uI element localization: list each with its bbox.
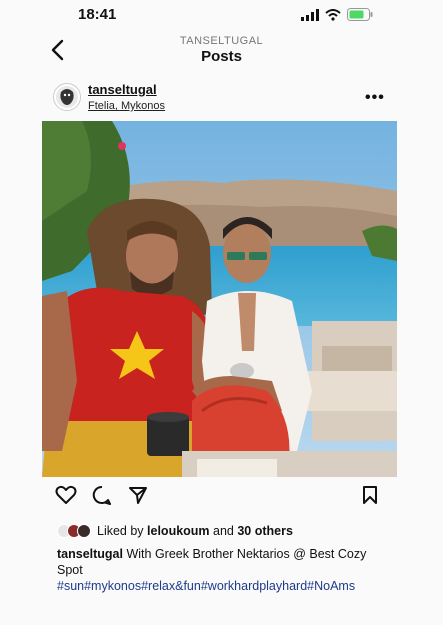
post-username[interactable]: tanseltugal <box>88 82 157 97</box>
header-account: TANSELTUGAL <box>179 35 264 47</box>
likes-middle: and <box>209 524 238 538</box>
caption-username[interactable]: tanseltugal <box>57 547 123 561</box>
wifi-icon <box>325 8 341 21</box>
post-location[interactable]: Ftelia, Mykonos <box>88 100 165 112</box>
nav-header: TANSELTUGAL Posts <box>0 30 443 74</box>
caption-hashtags[interactable]: #sun#mykonos#relax&fun#workhardplayhard#… <box>57 579 355 593</box>
comment-icon[interactable] <box>92 485 112 505</box>
like-heart-icon[interactable] <box>55 485 77 505</box>
header-title-block: TANSELTUGAL Posts <box>0 35 443 65</box>
likes-prefix: Liked by <box>97 524 148 538</box>
likes-user[interactable]: leloukoum <box>147 524 210 538</box>
likes-line[interactable]: Liked by leloukoum and 30 others <box>57 524 293 538</box>
avatar-lion-icon <box>56 86 78 108</box>
avatar[interactable] <box>53 83 81 111</box>
post-header: tanseltugal Ftelia, Mykonos ••• <box>0 80 443 120</box>
more-options-icon[interactable]: ••• <box>365 89 385 107</box>
save-bookmark-icon[interactable] <box>362 485 378 505</box>
post-photo-image <box>42 121 397 477</box>
battery-icon <box>347 8 373 21</box>
status-bar: 18:41 <box>0 0 443 30</box>
post-actions <box>0 485 443 513</box>
status-icons <box>301 8 373 21</box>
liker-avatar <box>77 524 91 538</box>
header-title: Posts <box>201 48 242 65</box>
status-time: 18:41 <box>78 6 117 23</box>
share-send-icon[interactable] <box>128 485 148 505</box>
post-caption: tanseltugal With Greek Brother Nektarios… <box>57 546 387 594</box>
liker-avatars <box>57 524 91 538</box>
signal-icon <box>301 8 319 21</box>
likes-others[interactable]: 30 others <box>237 524 293 538</box>
post-photo[interactable] <box>42 121 397 477</box>
screen: 18:41 TANSELTUGAL Posts tanseltugal Ftel… <box>0 0 443 625</box>
